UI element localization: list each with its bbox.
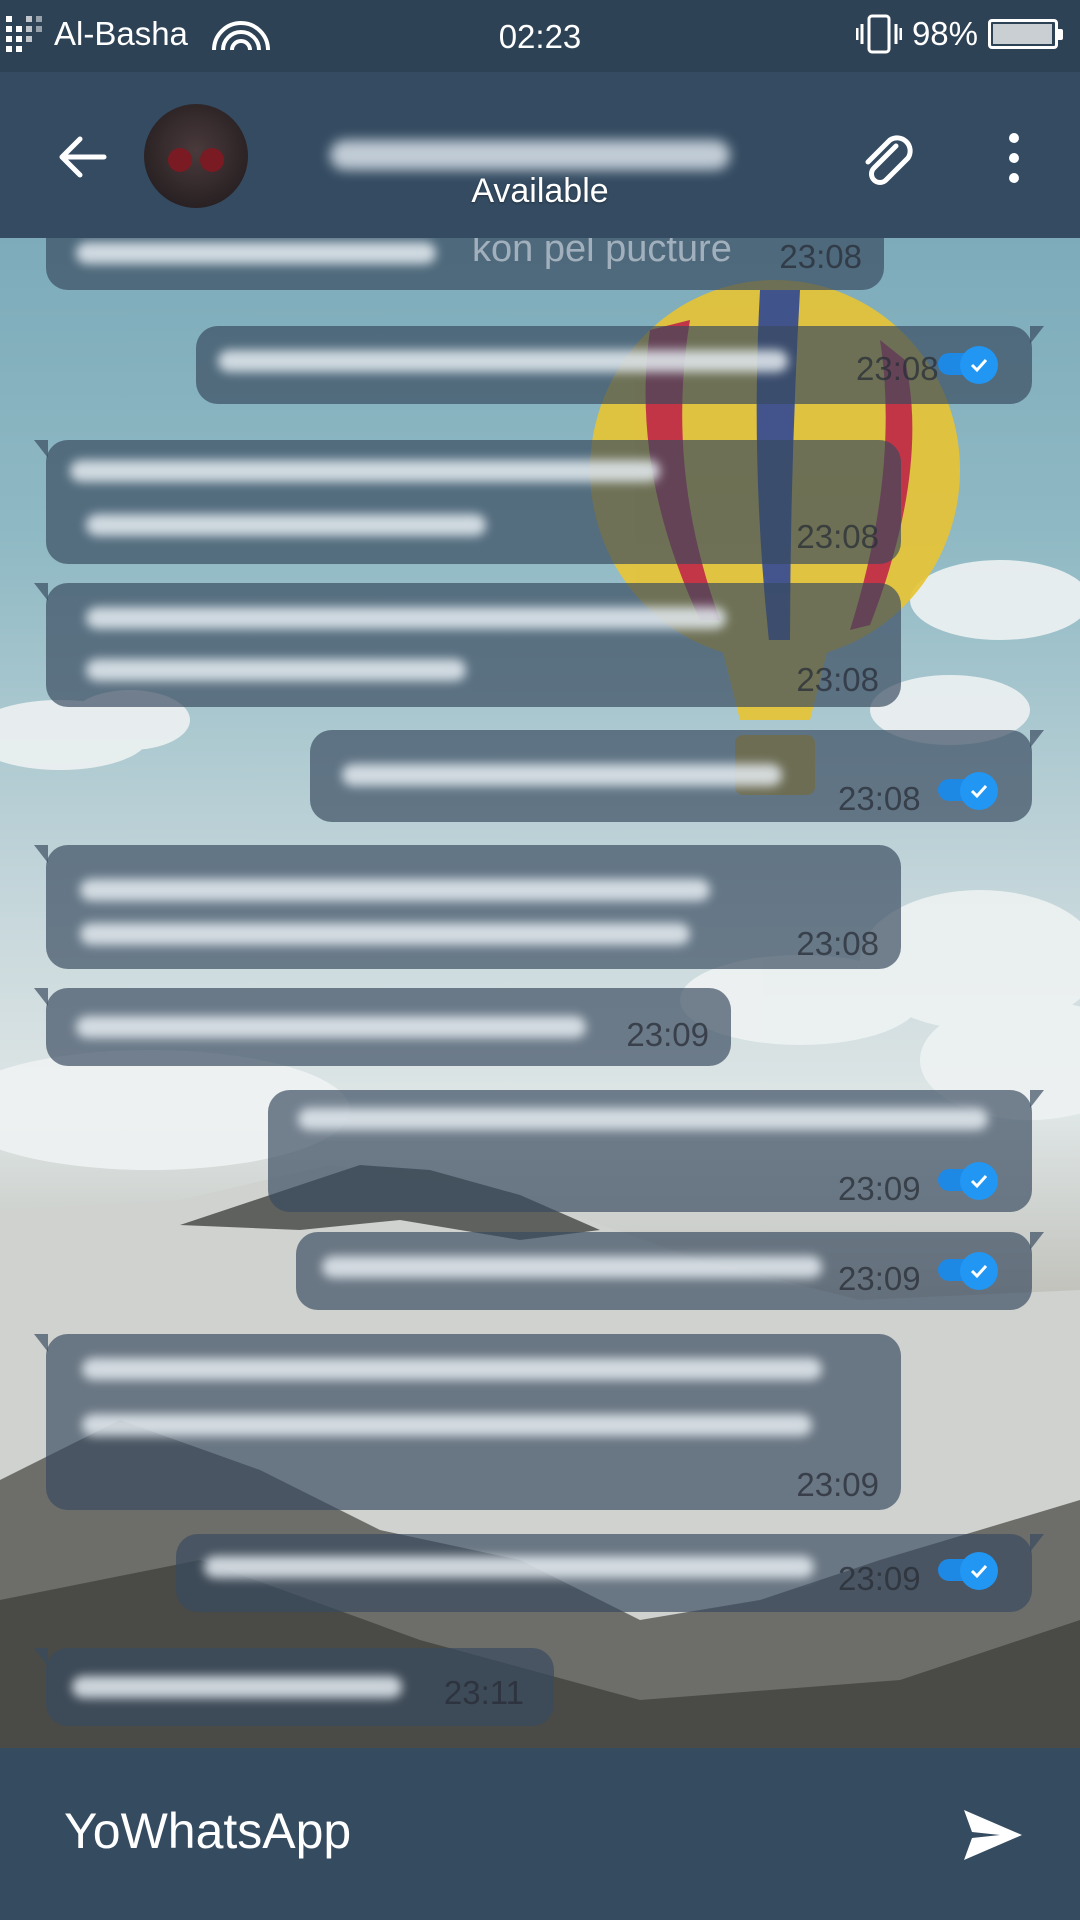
message-time: 23:09 xyxy=(838,1560,921,1597)
battery-percent: 98% xyxy=(911,15,978,52)
message-time: 23:09 xyxy=(796,1466,879,1503)
read-receipt-icon xyxy=(938,1552,1000,1590)
message-time: 23:09 xyxy=(838,1260,921,1297)
message-bubble-incoming[interactable]: 23:09 xyxy=(34,988,731,1066)
contact-status: Available xyxy=(471,172,609,210)
message-text-blurred xyxy=(80,923,690,945)
message-bubble-outgoing[interactable]: 23:09 xyxy=(268,1090,1044,1212)
message-text-blurred xyxy=(80,879,710,901)
vibrate-icon xyxy=(855,14,902,54)
message-text-blurred xyxy=(86,659,466,681)
message-time: 23:08 xyxy=(796,518,879,555)
message-input[interactable] xyxy=(64,1802,744,1860)
message-text-blurred xyxy=(76,242,436,264)
message-text-blurred xyxy=(70,460,660,482)
message-time: 23:08 xyxy=(838,780,921,817)
message-text-blurred xyxy=(86,514,486,536)
message-bubble-incoming[interactable]: 23:08 xyxy=(34,440,901,564)
message-time: 23:11 xyxy=(443,1674,524,1711)
message-time: 23:08 xyxy=(779,238,862,275)
message-bubble-incoming[interactable]: 23:08 xyxy=(34,845,901,969)
read-receipt-icon xyxy=(938,1252,1000,1290)
message-input-bar xyxy=(0,1748,1080,1920)
message-text-blurred xyxy=(82,1414,812,1436)
message-text-blurred xyxy=(342,764,782,786)
message-text-blurred xyxy=(76,1016,586,1038)
message-time: 23:09 xyxy=(626,1016,709,1053)
message-bubble-outgoing[interactable]: 23:08 xyxy=(310,730,1044,822)
message-time: 23:08 xyxy=(856,350,939,387)
message-text-blurred xyxy=(82,1358,822,1380)
message-time: 23:08 xyxy=(796,661,879,698)
message-text-blurred xyxy=(322,1256,822,1278)
message-bubble-outgoing[interactable]: 23:08 xyxy=(196,326,1044,404)
message-bubble-incoming[interactable]: 23:11 xyxy=(34,1648,554,1726)
message-bubble-incoming[interactable]: 23:09 xyxy=(34,1334,901,1510)
read-receipt-icon xyxy=(938,1162,1000,1200)
message-text-blurred xyxy=(72,1676,402,1698)
message-bubble-outgoing[interactable]: 23:09 xyxy=(296,1232,1044,1310)
message-bubble-outgoing[interactable]: 23:09 xyxy=(176,1534,1044,1612)
message-bubble-incoming[interactable]: 23:08 xyxy=(34,583,901,707)
read-receipt-icon xyxy=(938,346,1000,384)
message-text-blurred xyxy=(218,350,788,372)
send-icon[interactable] xyxy=(958,1800,1028,1870)
battery-icon xyxy=(988,19,1063,49)
chat-header xyxy=(0,72,1080,238)
message-time: 23:09 xyxy=(838,1170,921,1207)
status-bar: Al-Basha 02:23 98% xyxy=(0,0,1080,72)
message-text-blurred xyxy=(86,607,726,629)
message-text-blurred xyxy=(298,1108,988,1130)
message-list[interactable]: kon pel pucture 23:08 23:08 23:08 23:08 … xyxy=(0,0,1080,1748)
read-receipt-icon xyxy=(938,772,1000,810)
message-time: 23:08 xyxy=(796,925,879,962)
contact-name-blurred[interactable] xyxy=(330,140,730,170)
message-text-blurred xyxy=(204,1556,814,1578)
